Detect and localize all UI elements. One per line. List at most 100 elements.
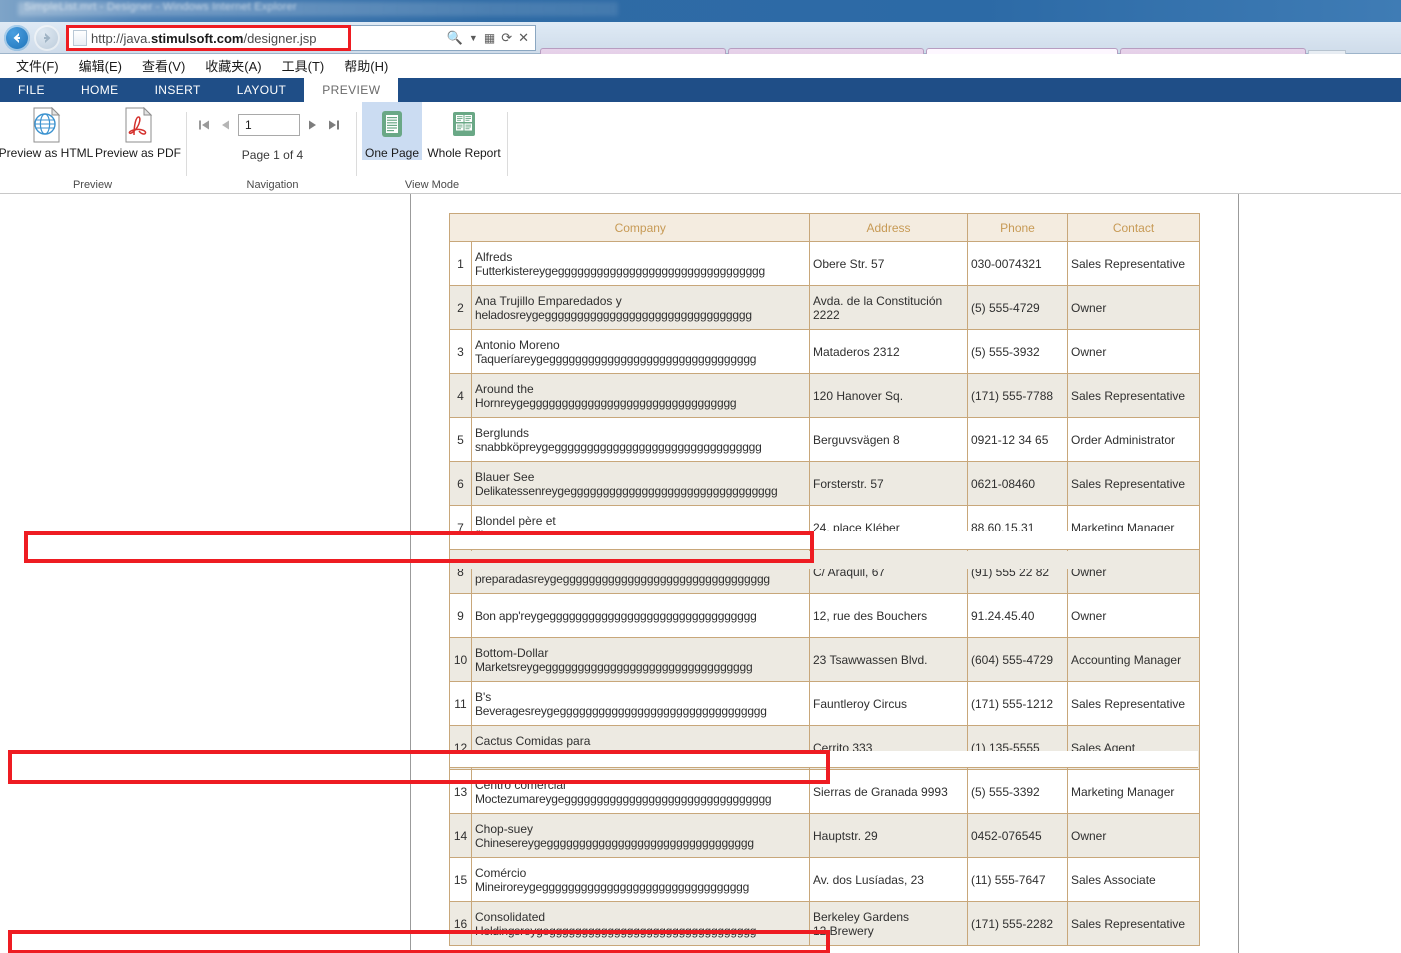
phone-cell: 0452-076545 [967, 813, 1068, 858]
row-number-cell: 2 [449, 285, 472, 330]
cell-line-1: Avda. de la Constitución [813, 293, 943, 308]
ribbon-group-preview-body: Preview as HTML Preview as PDF [0, 102, 185, 172]
whole-report-icon [449, 106, 479, 144]
row-number-cell: 3 [449, 329, 472, 374]
page-status-label: Page 1 of 4 [241, 148, 304, 162]
contact-cell: Marketing Manager [1067, 769, 1200, 814]
contact-cell: Sales Associate [1067, 857, 1200, 902]
preview-as-pdf-label: Preview as PDF [94, 146, 182, 160]
forward-button[interactable] [34, 25, 60, 51]
table-row: 16 Consolidated Holdingsreygeggggggggggggg… [449, 901, 1200, 946]
report-preview-area[interactable]: Company Address Phone Contact 1 Alfreds Fu… [0, 194, 1401, 953]
back-button[interactable] [4, 25, 30, 51]
ribbon-tab-layout[interactable]: LAYOUT [219, 78, 305, 102]
cell-line-1: Ana Trujillo Emparedados y [475, 293, 622, 308]
cell-line-1: Sierras de Granada 9993 [813, 784, 948, 799]
whole-report-label: Whole Report [427, 146, 501, 160]
cell-line-1: Obere Str. 57 [813, 256, 885, 271]
menu-item-view[interactable]: 查看(V) [132, 54, 195, 77]
company-cell: Alfreds Futterkistereygeggggggggggggggggg… [471, 241, 810, 286]
last-page-button[interactable] [326, 117, 342, 133]
address-cell: Berguvsvägen 8 [809, 417, 968, 462]
preview-as-pdf-button[interactable]: Preview as PDF [92, 102, 184, 160]
cell-line-2: Taqueríareygeggggggggggggggggggggggggggg… [475, 351, 757, 366]
cell-line-2: Delikatessenreygeggggggggggggggggggggggg… [475, 483, 778, 498]
menu-item-edit[interactable]: 编辑(E) [69, 54, 132, 77]
address-bar[interactable]: http://java.stimulsoft.com/designer.jsp … [66, 25, 536, 51]
cell-line-1: Forsterstr. 57 [813, 476, 884, 491]
phone-cell: (171) 555-1212 [967, 681, 1068, 726]
search-icon[interactable]: 🔍 [447, 30, 463, 46]
render-artifact-line-1 [450, 549, 1198, 550]
report-table: Company Address Phone Contact 1 Alfreds Fu… [449, 213, 1200, 946]
cell-line-2: Moctezumareygegggggggggggggggggggggggggg… [475, 791, 772, 806]
previous-page-button[interactable] [218, 117, 232, 133]
phone-cell: (5) 555-3392 [967, 769, 1068, 814]
cell-line-1: Berglunds [475, 425, 530, 440]
table-row: 14 Chop-suey Chinesereygeggggggggggggggggg… [449, 813, 1200, 858]
cell-line-1: Mataderos 2312 [813, 344, 900, 359]
ribbon-group-navigation-title: Navigation [246, 179, 299, 191]
cell-line-1: Av. dos Lusíadas, 23 [813, 872, 924, 887]
ribbon-tab-file[interactable]: FILE [0, 78, 63, 102]
forward-arrow-icon [44, 33, 51, 43]
ribbon-tab-insert[interactable]: INSERT [137, 78, 219, 102]
ribbon-group-preview-title: Preview [72, 179, 113, 191]
preview-as-html-button[interactable]: Preview as HTML [0, 102, 93, 160]
next-page-button[interactable] [306, 117, 320, 133]
row-number-cell: 14 [449, 813, 472, 858]
cell-line-2: Beveragesreygegggggggggggggggggggggggggg… [475, 703, 767, 718]
page-favicon-icon [73, 30, 87, 46]
address-bar-wrapper: http://java.stimulsoft.com/designer.jsp … [66, 25, 536, 51]
cell-line-2: Hornreygeggggggggggggggggggggggggggggggg… [475, 395, 737, 410]
row-number-cell: 10 [449, 637, 472, 682]
page-right-edge [1238, 194, 1239, 953]
cell-line-2: 12 Brewery [813, 923, 874, 938]
ribbon-tab-preview[interactable]: PREVIEW [304, 78, 399, 102]
address-cell: Avda. de la Constitución 2222 [809, 285, 968, 330]
cell-line-1: 12, rue des Bouchers [813, 608, 928, 623]
contact-cell: Sales Representative [1067, 241, 1200, 286]
ribbon-tab-home[interactable]: HOME [63, 78, 137, 102]
globe-document-icon [30, 106, 62, 144]
cell-line-2: 2222 [813, 307, 840, 322]
first-page-button[interactable] [196, 117, 212, 133]
company-cell: Comércio Mineiroreygegggggggggggggggggggg… [471, 857, 810, 902]
table-row: 6 Blauer See Delikatessenreygegggggggggggg… [449, 461, 1200, 506]
phone-cell: (171) 555-7788 [967, 373, 1068, 418]
cell-line-1: Chop-suey [475, 821, 534, 836]
stop-icon[interactable]: ✕ [518, 30, 529, 46]
page-number-input[interactable]: 1 [238, 114, 300, 136]
whole-report-button[interactable]: Whole Report [422, 102, 506, 160]
header-rownum [449, 213, 472, 242]
contact-cell: Accounting Manager [1067, 637, 1200, 682]
address-cell: Mataderos 2312 [809, 329, 968, 374]
cell-line-1: 23 Tsawwassen Blvd. [813, 652, 928, 667]
menu-item-file[interactable]: 文件(F) [6, 54, 69, 77]
refresh-icon[interactable]: ⟳ [501, 30, 512, 46]
contact-cell: Owner [1067, 329, 1200, 374]
compatibility-view-icon[interactable]: ▦ [484, 31, 495, 45]
table-row: 9 Bon app'reygegggggggggggggggggggggggggg… [449, 593, 1200, 638]
cell-line-1: Berkeley Gardens [813, 909, 910, 924]
cell-line-2: Chinesereygegggggggggggggggggggggggggggg… [475, 835, 754, 850]
table-row: 2 Ana Trujillo Emparedados y heladosreygeg… [449, 285, 1200, 330]
ribbon-group-view-mode: One Page Whole Report View Mode [358, 102, 508, 194]
row-number-cell: 11 [449, 681, 472, 726]
address-cell: Forsterstr. 57 [809, 461, 968, 506]
table-row: 5 Berglunds snabbköpreygeggggggggggggggggg… [449, 417, 1200, 462]
one-page-button[interactable]: One Page [362, 102, 422, 160]
cell-line-1: Blauer See [475, 469, 535, 484]
cell-line-1: Alfreds [475, 249, 513, 264]
window-title: SimpleList.mrt - Designer - Windows Inte… [24, 1, 297, 13]
table-row: 4 Around the Hornreygegggggggggggggggggggg… [449, 373, 1200, 418]
menu-item-tools[interactable]: 工具(T) [272, 54, 335, 77]
phone-cell: (604) 555-4729 [967, 637, 1068, 682]
menu-item-help[interactable]: 帮助(H) [334, 54, 398, 77]
menu-item-favorites[interactable]: 收藏夹(A) [195, 54, 271, 77]
address-cell: Av. dos Lusíadas, 23 [809, 857, 968, 902]
cell-line-2: Bon app'reygeggggggggggggggggggggggggggg… [475, 608, 757, 623]
chevron-down-icon[interactable]: ▼ [469, 33, 478, 43]
address-cell: Fauntleroy Circus [809, 681, 968, 726]
cell-line-1: Blondel père et [475, 513, 556, 528]
